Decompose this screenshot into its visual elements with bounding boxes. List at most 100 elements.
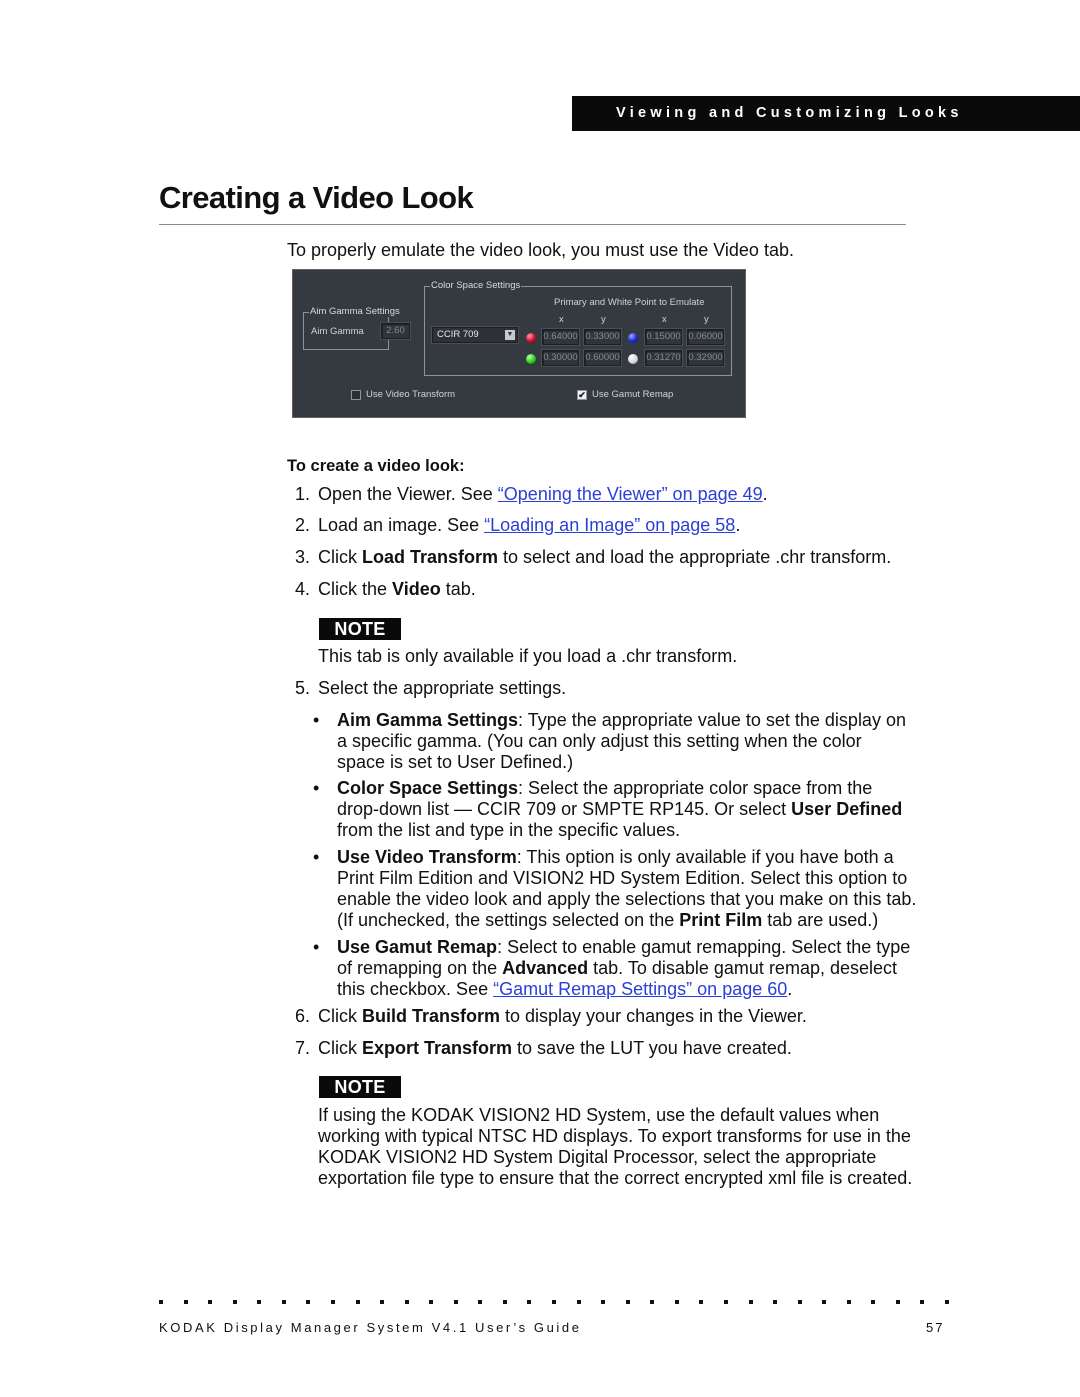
note-badge: NOTE <box>319 618 401 640</box>
footer-dot <box>650 1300 655 1304</box>
red-primary-icon <box>526 333 536 343</box>
step-number: 7. <box>295 1038 311 1058</box>
footer-dot <box>601 1300 606 1304</box>
footer-guide-title: KODAK Display Manager System V4.1 User’s… <box>159 1320 582 1335</box>
bullet-text: enable the video look and apply the sele… <box>337 889 917 909</box>
gamut-remap-settings-link[interactable]: “Gamut Remap Settings” on page 60 <box>493 979 787 999</box>
col-header-red-y: y <box>601 314 606 325</box>
blue-x-input[interactable]: 0.15000 <box>645 329 682 345</box>
footer-dot <box>895 1300 900 1304</box>
bullet-text: drop-down list — CCIR 709 or SMPTE RP145… <box>337 799 792 819</box>
step-number: 6. <box>295 1006 311 1026</box>
footer-dot <box>257 1300 262 1304</box>
col-header-blue-x: x <box>662 314 667 325</box>
footer-dot <box>183 1300 188 1304</box>
step-text: Click <box>318 547 362 567</box>
step-text: tab. <box>440 579 476 599</box>
white-x-input[interactable]: 0.31270 <box>645 350 682 366</box>
bullet-text: . <box>787 979 793 999</box>
note-line: KODAK VISION2 HD System Digital Processo… <box>318 1147 877 1167</box>
bullet-use-video-transform: • Use Video Transform: This option is on… <box>313 847 953 931</box>
green-x-input[interactable]: 0.30000 <box>542 350 579 366</box>
bullet-bold: Advanced <box>502 958 589 978</box>
step-number: 1. <box>295 484 311 504</box>
green-y-input[interactable]: 0.60000 <box>584 350 621 366</box>
step-number: 2. <box>295 515 311 535</box>
bullet-text: Print Film Edition and VISION2 HD System… <box>337 868 908 888</box>
footer-dot <box>159 1300 163 1304</box>
step-text: . <box>762 484 768 504</box>
step-text: to select and load the appropriate .chr … <box>498 547 892 567</box>
use-gamut-remap-label: Use Gamut Remap <box>592 389 674 400</box>
step-bold: Load Transform <box>362 547 499 567</box>
bullet-term: Color Space Settings <box>337 778 519 798</box>
bullet-icon: • <box>313 778 320 798</box>
use-video-transform-label: Use Video Transform <box>366 389 456 400</box>
bullet-term: Use Video Transform <box>337 847 517 867</box>
footer-dotted-rule <box>159 1300 949 1306</box>
loading-image-link[interactable]: “Loading an Image” on page 58 <box>484 515 735 535</box>
note-line: If using the KODAK VISION2 HD System, us… <box>318 1105 880 1125</box>
intro-text: To properly emulate the video look, you … <box>287 240 794 260</box>
step-number: 4. <box>295 579 311 599</box>
footer-dot <box>478 1300 483 1304</box>
footer-dot <box>404 1300 409 1304</box>
step-text: to save the LUT you have created. <box>512 1038 792 1058</box>
footer-dot <box>945 1300 949 1304</box>
footer-dot <box>723 1300 728 1304</box>
footer-dot <box>699 1300 704 1304</box>
footer-dot <box>920 1300 925 1304</box>
step-5: 5. Select the appropriate settings. <box>295 678 566 699</box>
note-line: working with typical NTSC HD displays. T… <box>318 1126 911 1146</box>
opening-viewer-link[interactable]: “Opening the Viewer” on page 49 <box>498 484 763 504</box>
note-line: exportation file type to ensure that the… <box>318 1168 913 1188</box>
bullet-text: of remapping on the <box>337 958 503 978</box>
white-y-input[interactable]: 0.32900 <box>687 350 724 366</box>
footer-dot <box>797 1300 802 1304</box>
bullet-text: : This option is only available if you h… <box>516 847 894 867</box>
step-text: Load an image. See <box>318 515 485 535</box>
aim-gamma-input[interactable]: 2.60 <box>381 323 410 339</box>
bullet-text: : Select the appropriate color space fro… <box>518 778 873 798</box>
footer-dot <box>846 1300 851 1304</box>
step-bold: Video <box>392 579 441 599</box>
step-text: Click the <box>318 579 393 599</box>
footer-dot <box>281 1300 286 1304</box>
bullet-icon: • <box>313 847 320 867</box>
blue-y-input[interactable]: 0.06000 <box>687 329 724 345</box>
bullet-text: space is set to User Defined.) <box>337 752 574 772</box>
aim-gamma-group-title: Aim Gamma Settings <box>309 306 401 317</box>
footer-dot <box>871 1300 876 1304</box>
page-number: 57 <box>926 1320 945 1335</box>
step-text: to display your changes in the Viewer. <box>500 1006 807 1026</box>
footer-dot <box>208 1300 213 1304</box>
use-video-transform-checkbox[interactable] <box>351 390 361 400</box>
step-number: 5. <box>295 678 311 698</box>
chevron-down-icon[interactable]: ▼ <box>505 330 515 340</box>
bullet-text: from the list and type in the specific v… <box>337 820 681 840</box>
footer-dot <box>674 1300 679 1304</box>
bullet-text: tab. To disable gamut remap, deselect <box>588 958 898 978</box>
white-point-icon <box>628 354 638 364</box>
col-header-red-x: x <box>559 314 564 325</box>
bullet-aim-gamma: • Aim Gamma Settings: Type the appropria… <box>313 710 953 773</box>
step-6: 6. Click Build Transform to display your … <box>295 1006 807 1027</box>
bullet-color-space: • Color Space Settings: Select the appro… <box>313 778 953 841</box>
footer-dot <box>527 1300 532 1304</box>
color-space-dropdown[interactable]: CCIR 709 ▼ <box>432 327 518 343</box>
step-7: 7. Click Export Transform to save the LUT… <box>295 1038 792 1059</box>
note-text: If using the KODAK VISION2 HD System, us… <box>318 1105 912 1189</box>
video-tab-panel: Aim Gamma Settings Aim Gamma 2.60 Color … <box>292 269 746 418</box>
red-x-input[interactable]: 0.64000 <box>542 329 579 345</box>
red-y-input[interactable]: 0.33000 <box>584 329 621 345</box>
footer-dot <box>355 1300 360 1304</box>
primaries-subtitle: Primary and White Point to Emulate <box>554 297 705 308</box>
use-gamut-remap-checkbox[interactable]: ✔ <box>577 390 587 400</box>
bullet-text: a specific gamma. (You can only adjust t… <box>337 731 862 751</box>
footer-dot <box>330 1300 335 1304</box>
aim-gamma-label: Aim Gamma <box>311 326 364 337</box>
bullet-term: Use Gamut Remap <box>337 937 498 957</box>
bullet-text: : Type the appropriate value to set the … <box>518 710 906 730</box>
title-divider <box>159 224 906 225</box>
color-space-group-title: Color Space Settings <box>430 280 522 291</box>
